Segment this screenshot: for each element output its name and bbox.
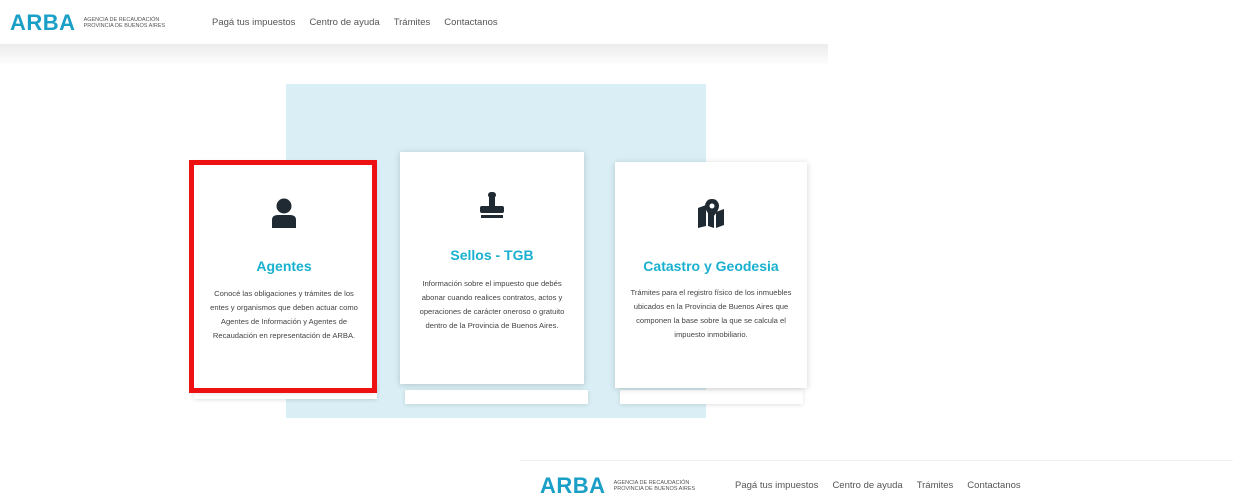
bottom-navbar: ARBA AGENCIA DE RECAUDACIÓN PROVINCIA DE… (520, 460, 1233, 502)
card-desc-catastro: Trámites para el registro físico de los … (630, 288, 792, 339)
card-stack-shadow (405, 390, 588, 404)
stamp-icon (400, 192, 584, 220)
nav-centro-ayuda-bottom[interactable]: Centro de ayuda (832, 480, 902, 491)
nav-contactanos[interactable]: Contactanos (444, 17, 497, 28)
navbar-shadow (0, 44, 828, 66)
nav-tramites[interactable]: Trámites (394, 17, 431, 28)
logo-subtitle-bottom: AGENCIA DE RECAUDACIÓN PROVINCIA DE BUEN… (613, 480, 696, 492)
arba-logo[interactable]: ARBA AGENCIA DE RECAUDACIÓN PROVINCIA DE… (10, 10, 165, 36)
logo-text-bottom: ARBA (540, 473, 606, 498)
top-navbar: ARBA AGENCIA DE RECAUDACIÓN PROVINCIA DE… (0, 0, 828, 44)
card-sellos-tgb[interactable]: Sellos - TGB Información sobre el impues… (400, 152, 584, 384)
highlight-box (189, 160, 377, 393)
card-stack-shadow (620, 390, 803, 404)
card-desc-sellos: Información sobre el impuesto que debés … (419, 279, 565, 330)
map-pin-icon (615, 198, 807, 228)
card-catastro[interactable]: Catastro y Geodesia Trámites para el reg… (615, 162, 807, 388)
main-nav: Pagá tus impuestos Centro de ayuda Trámi… (212, 17, 498, 28)
nav-tramites-bottom[interactable]: Trámites (917, 480, 954, 491)
logo-subtitle: AGENCIA DE RECAUDACIÓN PROVINCIA DE BUEN… (83, 17, 166, 29)
arba-logo-bottom[interactable]: ARBA AGENCIA DE RECAUDACIÓN PROVINCIA DE… (540, 473, 695, 499)
nav-pagar-impuestos[interactable]: Pagá tus impuestos (212, 17, 295, 28)
logo-text: ARBA (10, 10, 76, 35)
nav-centro-ayuda[interactable]: Centro de ayuda (309, 17, 379, 28)
main-nav-bottom: Pagá tus impuestos Centro de ayuda Trámi… (735, 480, 1021, 491)
card-title-catastro[interactable]: Catastro y Geodesia (615, 258, 807, 274)
card-title-sellos[interactable]: Sellos - TGB (400, 247, 584, 263)
nav-pagar-impuestos-bottom[interactable]: Pagá tus impuestos (735, 480, 818, 491)
nav-contactanos-bottom[interactable]: Contactanos (967, 480, 1020, 491)
